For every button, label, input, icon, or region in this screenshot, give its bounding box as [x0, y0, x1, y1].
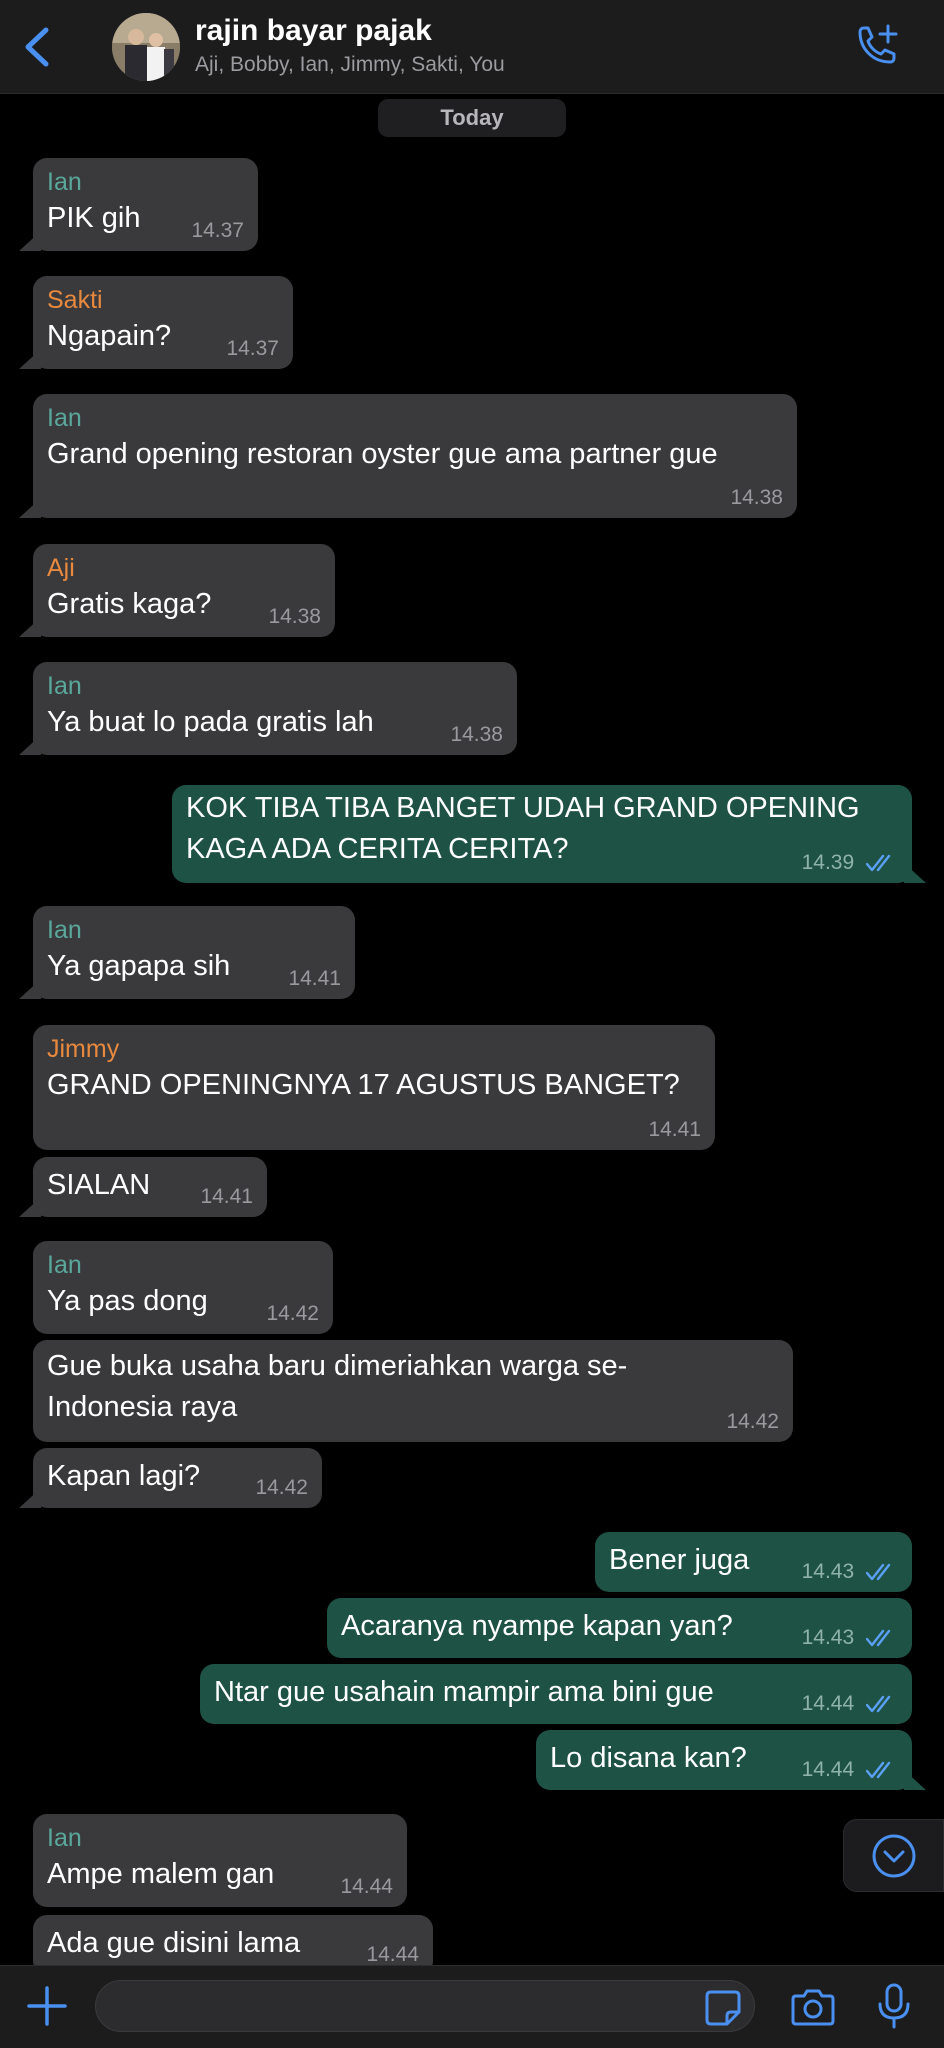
message-text: Ntar gue usahain mampir ama bini gue [214, 1676, 714, 1708]
add-call-button[interactable] [852, 22, 902, 70]
bubble-tail [19, 1488, 41, 1508]
message-composer [0, 1965, 944, 2048]
message-bubble[interactable]: Jimmy GRAND OPENINGNYA 17 AGUSTUS BANGET… [33, 1025, 715, 1150]
message-text-line-2: KAGA ADA CERITA CERITA? [186, 833, 569, 865]
sticker-button[interactable] [703, 1988, 743, 2028]
sender-name[interactable]: Jimmy [47, 1033, 701, 1065]
sender-name[interactable]: Ian [47, 670, 503, 702]
sender-name[interactable]: Ian [47, 166, 244, 198]
chat-title[interactable]: rajin bayar pajak [195, 14, 432, 48]
read-ticks-icon [866, 1695, 891, 1713]
bubble-tail [19, 617, 41, 637]
bubble-tail [904, 1770, 926, 1790]
sender-name[interactable]: Ian [47, 1249, 319, 1281]
message-time: 14.43 [801, 1626, 855, 1649]
message-bubble[interactable]: Kapan lagi? 14.42 [19, 1448, 322, 1508]
message-bubble[interactable]: Ian Ampe malem gan 14.44 [33, 1814, 407, 1907]
phone-plus-icon [858, 24, 898, 64]
message-bubble[interactable]: Ntar gue usahain mampir ama bini gue 14.… [200, 1664, 912, 1724]
message-meta: 14.43 [802, 1626, 896, 1650]
sender-name[interactable]: Ian [47, 402, 783, 434]
message-bubble[interactable]: Ian Ya gapapa sih 14.41 [19, 906, 355, 999]
message-time: 14.41 [288, 967, 341, 990]
date-separator: Today [378, 99, 566, 137]
bubble-tail [19, 1197, 41, 1217]
read-ticks-icon [866, 1761, 891, 1779]
chevron-left-icon [25, 27, 49, 67]
message-time: 14.42 [255, 1476, 308, 1499]
message-bubble[interactable]: Ian PIK gih 14.37 [19, 158, 258, 251]
plus-icon [27, 1986, 67, 2026]
message-meta: 14.44 [802, 1692, 896, 1716]
camera-button[interactable] [790, 1986, 836, 2028]
message-bubble[interactable]: SIALAN 14.41 [19, 1157, 267, 1217]
read-ticks-icon [866, 1563, 891, 1581]
message-text: Grand opening restoran oyster gue ama pa… [47, 438, 718, 470]
bubble-tail [19, 979, 41, 999]
message-bubble[interactable]: Ian Ya pas dong 14.42 [33, 1241, 333, 1334]
message-time: 14.41 [200, 1185, 253, 1208]
message-text: GRAND OPENINGNYA 17 AGUSTUS BANGET? [47, 1069, 680, 1101]
read-ticks-icon [866, 854, 891, 872]
message-bubble[interactable]: Bener juga 14.43 [595, 1532, 912, 1592]
message-time: 14.37 [191, 219, 244, 242]
message-meta: 14.44 [802, 1758, 896, 1782]
message-text: KOK TIBA TIBA BANGET UDAH GRAND OPENING [186, 792, 860, 824]
bubble-tail [19, 231, 41, 251]
message-time: 14.38 [450, 723, 503, 746]
message-time: 14.44 [801, 1758, 855, 1781]
message-time: 14.44 [366, 1943, 419, 1966]
message-time: 14.43 [801, 1560, 855, 1583]
message-time: 14.39 [801, 851, 855, 874]
scroll-to-bottom-button[interactable] [843, 1819, 944, 1892]
message-meta: 14.43 [802, 1560, 896, 1584]
microphone-icon [878, 1983, 910, 2029]
message-bubble[interactable]: Lo disana kan? 14.44 [536, 1730, 926, 1790]
group-members[interactable]: Aji, Bobby, Ian, Jimmy, Sakti, You [195, 53, 505, 77]
message-bubble[interactable]: Ian Ya buat lo pada gratis lah 14.38 [19, 662, 517, 755]
message-time: 14.44 [340, 1875, 393, 1898]
back-button[interactable] [18, 24, 58, 70]
message-bubble[interactable]: Sakti Ngapain? 14.37 [19, 276, 293, 369]
message-text: Ada gue disini lama [47, 1927, 301, 1959]
message-text: Gue buka usaha baru dimeriahkan warga se… [47, 1350, 628, 1382]
message-time: 14.41 [648, 1118, 701, 1141]
message-bubble[interactable]: Acaranya nyampe kapan yan? 14.43 [327, 1598, 912, 1658]
message-text: Ya buat lo pada gratis lah [47, 706, 374, 738]
read-ticks-icon [866, 1629, 891, 1647]
message-input[interactable] [95, 1980, 755, 2032]
bubble-tail [19, 349, 41, 369]
message-bubble[interactable]: KOK TIBA TIBA BANGET UDAH GRAND OPENING … [172, 785, 926, 883]
microphone-button[interactable] [876, 1982, 912, 2030]
message-time: 14.42 [266, 1302, 319, 1325]
message-time: 14.37 [226, 337, 279, 360]
message-bubble[interactable]: Gue buka usaha baru dimeriahkan warga se… [33, 1340, 793, 1442]
bubble-tail [19, 735, 41, 755]
chevron-down-circle-icon [872, 1834, 916, 1878]
sender-name[interactable]: Ian [47, 1822, 393, 1854]
message-bubble[interactable]: Ian Grand opening restoran oyster gue am… [19, 394, 797, 518]
group-photo-image [112, 13, 180, 81]
message-meta: 14.39 [802, 851, 896, 875]
bubble-tail [904, 863, 926, 883]
chat-header: rajin bayar pajak Aji, Bobby, Ian, Jimmy… [0, 0, 944, 94]
sender-name[interactable]: Sakti [47, 284, 279, 316]
group-avatar[interactable] [112, 13, 180, 81]
bubble-tail [19, 498, 41, 518]
sender-name[interactable]: Aji [47, 552, 321, 584]
message-time: 14.42 [726, 1410, 779, 1433]
attach-button[interactable] [24, 1983, 70, 2029]
message-text-line-2: Indonesia raya [47, 1391, 238, 1423]
message-time: 14.38 [268, 605, 321, 628]
message-time: 14.38 [730, 486, 783, 509]
camera-icon [791, 1989, 835, 2026]
sender-name[interactable]: Ian [47, 914, 341, 946]
message-bubble[interactable]: Aji Gratis kaga? 14.38 [19, 544, 335, 637]
sticker-icon [705, 1990, 741, 2026]
message-time: 14.44 [801, 1692, 855, 1715]
